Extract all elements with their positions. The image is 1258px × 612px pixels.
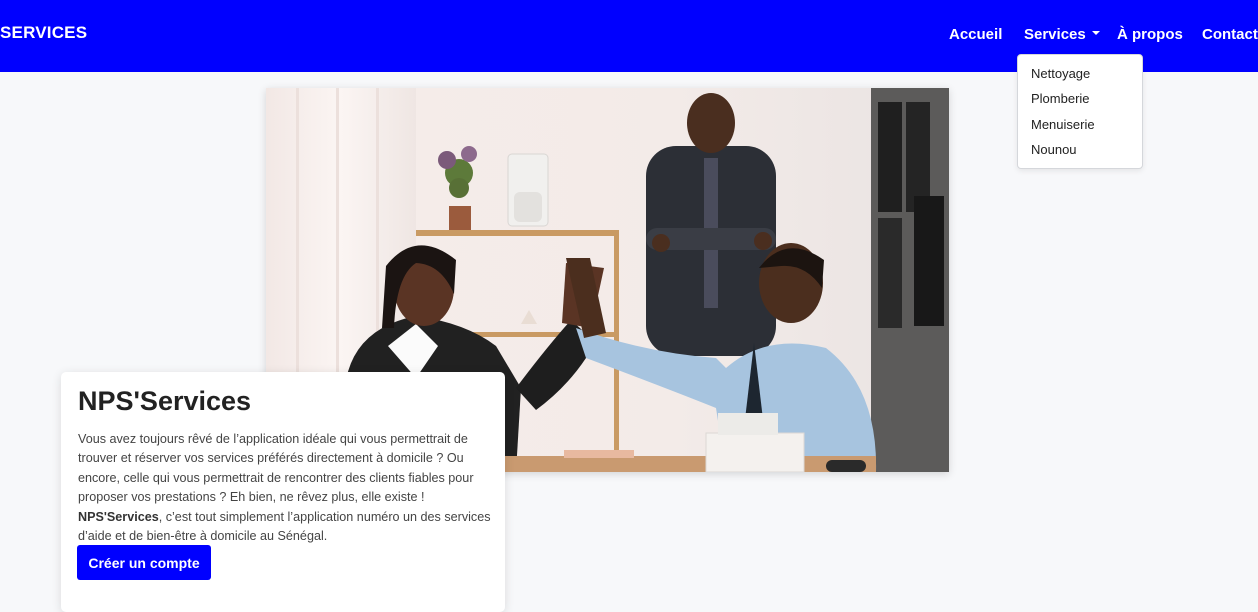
card-text-bold: NPS'Services — [78, 509, 159, 524]
nav-link-accueil[interactable]: Accueil — [949, 26, 1002, 43]
nav-link-services-label: Services — [1024, 26, 1086, 43]
card-text-part1: Vous avez toujours rêvé de l’application… — [78, 432, 474, 505]
dropdown-item-menuiserie[interactable]: Menuiserie — [1031, 117, 1095, 132]
dropdown-item-nettoyage[interactable]: Nettoyage — [1031, 66, 1090, 81]
card-title: NPS'Services — [78, 386, 252, 416]
intro-card: NPS'Services Vous avez toujours rêvé de … — [61, 372, 505, 612]
dropdown-item-nounou[interactable]: Nounou — [1031, 142, 1077, 157]
nav-link-contact[interactable]: Contact — [1202, 26, 1258, 43]
caret-down-icon — [1091, 31, 1100, 36]
create-account-button[interactable]: Créer un compte — [77, 545, 211, 580]
nav-link-services[interactable]: Services — [1024, 26, 1100, 43]
nav-link-a-propos[interactable]: À propos — [1117, 26, 1183, 43]
dropdown-item-plomberie[interactable]: Plomberie — [1031, 91, 1090, 106]
services-dropdown-menu: Nettoyage Plomberie Menuiserie Nounou — [1017, 54, 1143, 169]
brand-logo[interactable]: SERVICES — [0, 23, 87, 43]
card-description: Vous avez toujours rêvé de l’application… — [78, 430, 493, 546]
